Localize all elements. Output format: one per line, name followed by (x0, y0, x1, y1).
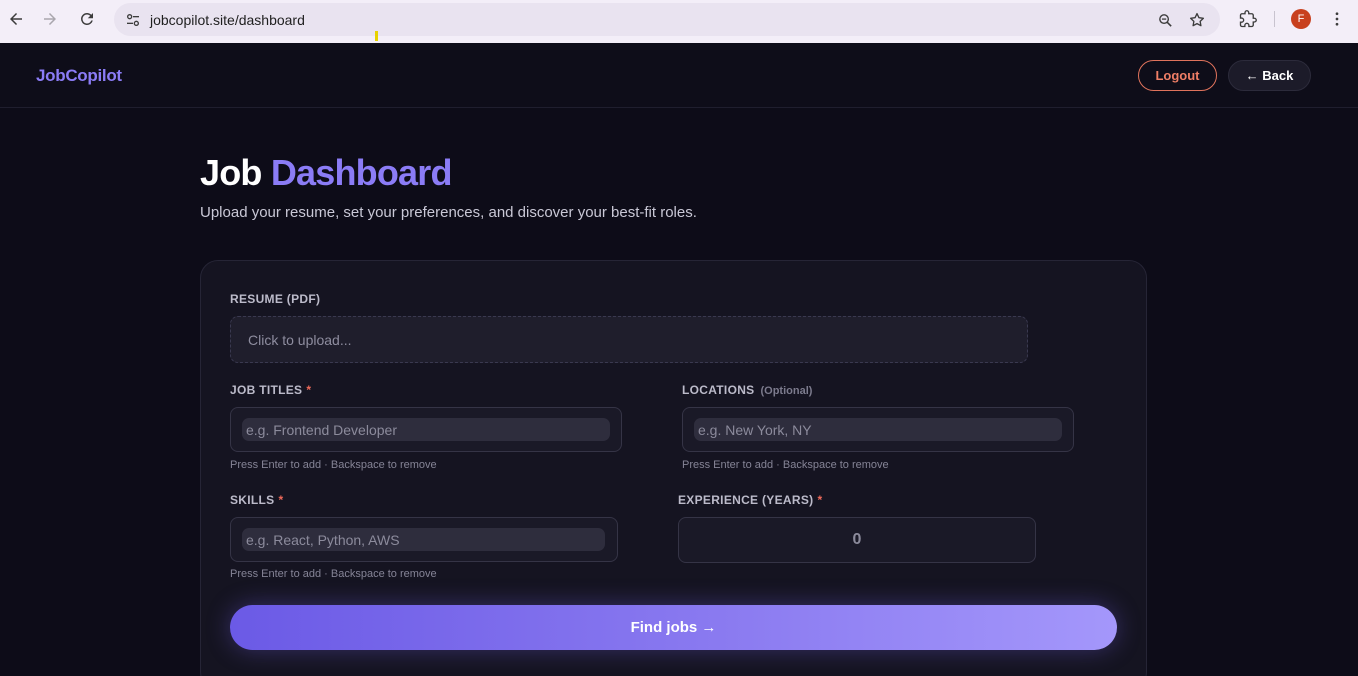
logo[interactable]: JobCopilot (36, 66, 122, 86)
locations-label: LOCATIONS (Optional) (682, 383, 813, 397)
logout-button[interactable]: Logout (1138, 60, 1217, 91)
locations-field[interactable] (682, 407, 1074, 452)
app-header: JobCopilot Logout ← Back (0, 43, 1358, 108)
locations-hint: Press Enter to add · Backspace to remove (682, 459, 889, 471)
zoom-icon[interactable] (1152, 7, 1178, 33)
back-button[interactable]: ← Back (1228, 60, 1311, 91)
find-jobs-button[interactable]: Find jobs → (230, 605, 1117, 650)
page-title: Job Dashboard (200, 152, 452, 194)
skills-field[interactable] (230, 517, 618, 562)
job-titles-input[interactable] (242, 418, 610, 441)
bookmark-star-icon[interactable] (1184, 7, 1210, 33)
profile-avatar[interactable]: F (1291, 9, 1311, 29)
page-title-part2: Dashboard (270, 152, 453, 193)
resume-upload-placeholder: Click to upload... (248, 331, 352, 348)
skills-label: SKILLS * (230, 493, 284, 507)
url-text[interactable]: jobcopilot.site/dashboard (150, 12, 305, 28)
toolbar-divider (1274, 11, 1275, 27)
extensions-icon[interactable] (1235, 6, 1261, 32)
back-arrow-icon[interactable] (3, 6, 29, 32)
experience-value: 0 (852, 531, 862, 548)
address-bar[interactable]: jobcopilot.site/dashboard (114, 3, 1220, 36)
page-title-part1: Job (200, 152, 262, 193)
text-cursor-marker (375, 31, 378, 41)
site-info-icon[interactable] (120, 7, 146, 33)
resume-upload-field[interactable]: Click to upload... (230, 316, 1028, 363)
job-preferences-card: RESUME (PDF) Click to upload... JOB TITL… (200, 260, 1147, 676)
reload-icon[interactable] (74, 6, 100, 32)
skills-input[interactable] (242, 528, 605, 551)
skills-hint: Press Enter to add · Backspace to remove (230, 568, 437, 580)
experience-label: EXPERIENCE (YEARS) * (678, 493, 823, 507)
job-titles-field[interactable] (230, 407, 622, 452)
browser-toolbar: jobcopilot.site/dashboard F (0, 0, 1358, 43)
forward-arrow-icon[interactable] (37, 6, 63, 32)
kebab-menu-icon[interactable] (1326, 6, 1348, 32)
resume-label: RESUME (PDF) (230, 292, 321, 306)
job-titles-hint: Press Enter to add · Backspace to remove (230, 459, 437, 471)
page-subtitle: Upload your resume, set your preferences… (200, 204, 697, 221)
experience-input[interactable]: 0 (678, 517, 1036, 563)
job-titles-label: JOB TITLES * (230, 383, 312, 397)
locations-input[interactable] (694, 418, 1062, 441)
